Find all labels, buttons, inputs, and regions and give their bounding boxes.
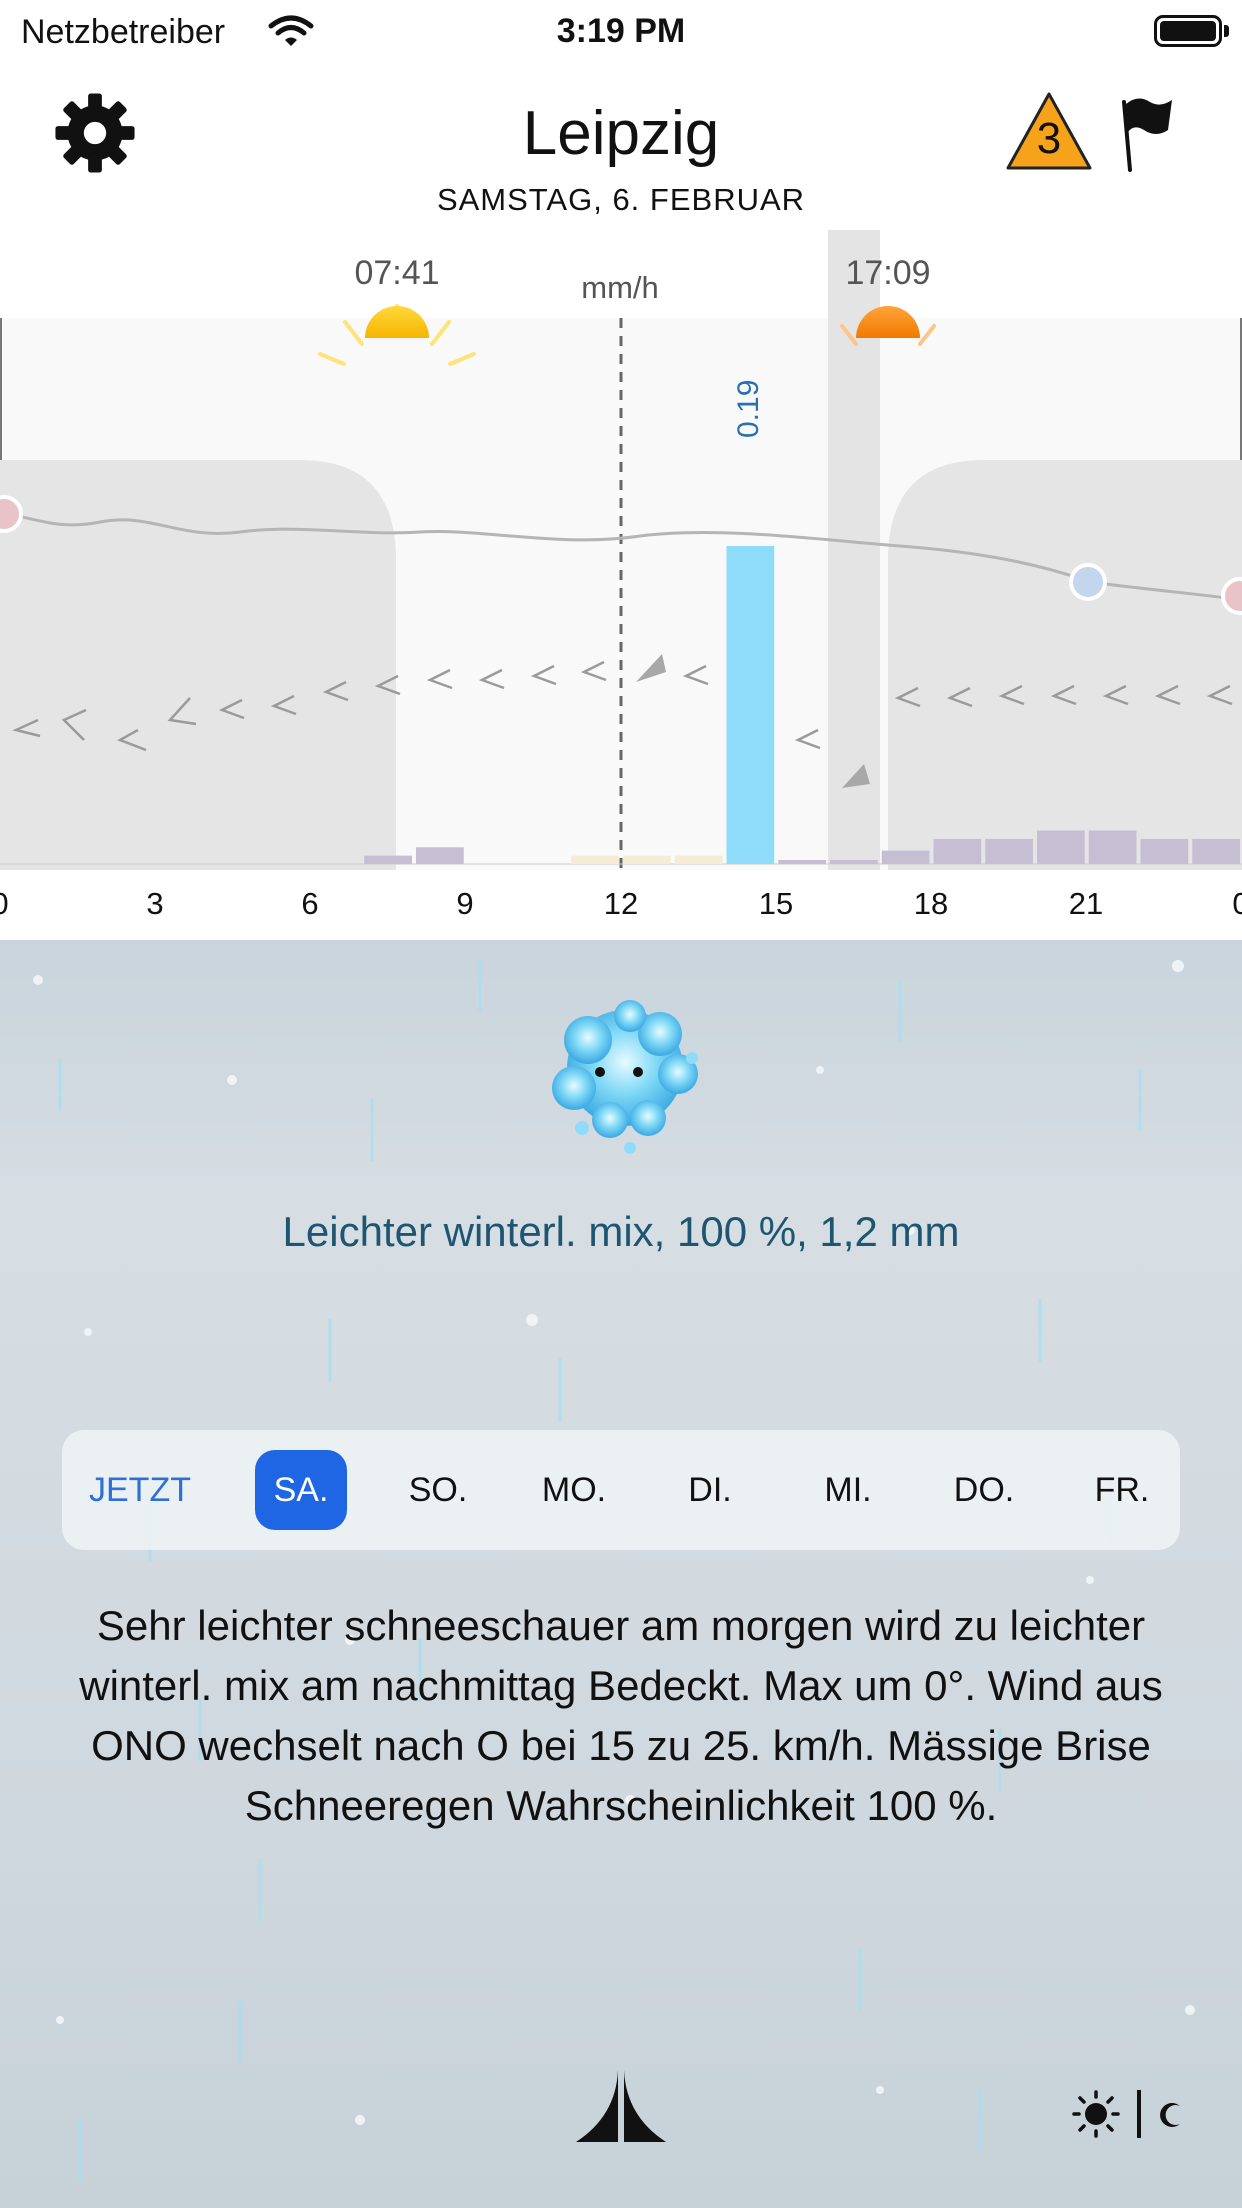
- tab-wednesday[interactable]: MI.: [802, 1450, 894, 1530]
- alert-count-badge: 3: [1036, 114, 1062, 163]
- precip-bar: [1192, 838, 1240, 864]
- hour-tick: 6: [301, 886, 319, 921]
- tab-thursday[interactable]: DO.: [938, 1450, 1030, 1530]
- theme-toggle[interactable]: [1070, 2086, 1190, 2142]
- tab-tuesday[interactable]: DI.: [664, 1450, 756, 1530]
- moon-icon: [1160, 2103, 1180, 2127]
- night-shade-evening: [888, 460, 1242, 870]
- sun-icon: [1072, 2090, 1120, 2138]
- precip-bar: [933, 838, 982, 864]
- tab-saturday[interactable]: SA.: [255, 1450, 347, 1530]
- date-subtitle: SAMSTAG, 6. FEBRUAR: [436, 182, 806, 217]
- hour-tick: 9: [456, 886, 474, 921]
- temp-point-end: [1221, 577, 1242, 615]
- precip-value-label: 0.19: [732, 379, 765, 438]
- precip-bar: [830, 860, 878, 864]
- battery-cap: [1224, 25, 1229, 37]
- precip-bar: [778, 860, 826, 864]
- hour-tick: 12: [603, 886, 639, 921]
- precip-bar: [674, 855, 723, 864]
- precip-bar: [1088, 830, 1137, 864]
- precip-bar: [726, 546, 775, 864]
- forecast-description: Sehr leichter schneeschauer am morgen wi…: [79, 1602, 1163, 1829]
- sunrise-time: 07:41: [354, 254, 440, 292]
- precip-bar: [623, 855, 671, 864]
- condition-summary: Leichter winterl. mix, 100 %, 1,2 mm: [282, 1208, 960, 1255]
- precip-bar: [881, 850, 930, 864]
- hour-tick: 18: [913, 886, 949, 921]
- tab-monday[interactable]: MO.: [526, 1450, 622, 1530]
- hour-tick: 3: [146, 886, 164, 921]
- precip-bar: [364, 855, 412, 864]
- hour-tick: 0: [0, 886, 40, 922]
- unit-label: mm/h: [581, 270, 659, 305]
- precip-bar: [985, 838, 1033, 864]
- app-logo-icon[interactable]: [576, 2066, 666, 2146]
- temp-point-start: [0, 495, 23, 533]
- status-time: 3:19 PM: [556, 12, 686, 50]
- precip-bar: [1140, 838, 1189, 864]
- precip-bar: [571, 855, 619, 864]
- sunset-time: 17:09: [845, 254, 931, 292]
- tab-friday[interactable]: FR.: [1076, 1450, 1168, 1530]
- battery-icon: [1154, 15, 1222, 47]
- hourly-chart[interactable]: 07:41 17:09 mm/h 0.19 0 3 6 9 12 15 18 2…: [0, 230, 1242, 940]
- status-bar: Netzbetreiber 3:19 PM: [0, 0, 1242, 62]
- precip-bar: [416, 847, 464, 864]
- precip-bar: [1037, 830, 1085, 864]
- night-shade-morning: [0, 460, 396, 870]
- tab-sunday[interactable]: SO.: [392, 1450, 484, 1530]
- hour-tick: 21: [1068, 886, 1104, 921]
- hour-tick: 15: [758, 886, 794, 921]
- hour-tick: 0: [1232, 886, 1242, 921]
- tab-now[interactable]: JETZT: [72, 1450, 208, 1530]
- weather-mascot-icon: [552, 1000, 698, 1154]
- temp-point-min: [1069, 563, 1107, 601]
- flag-icon[interactable]: [1116, 90, 1176, 176]
